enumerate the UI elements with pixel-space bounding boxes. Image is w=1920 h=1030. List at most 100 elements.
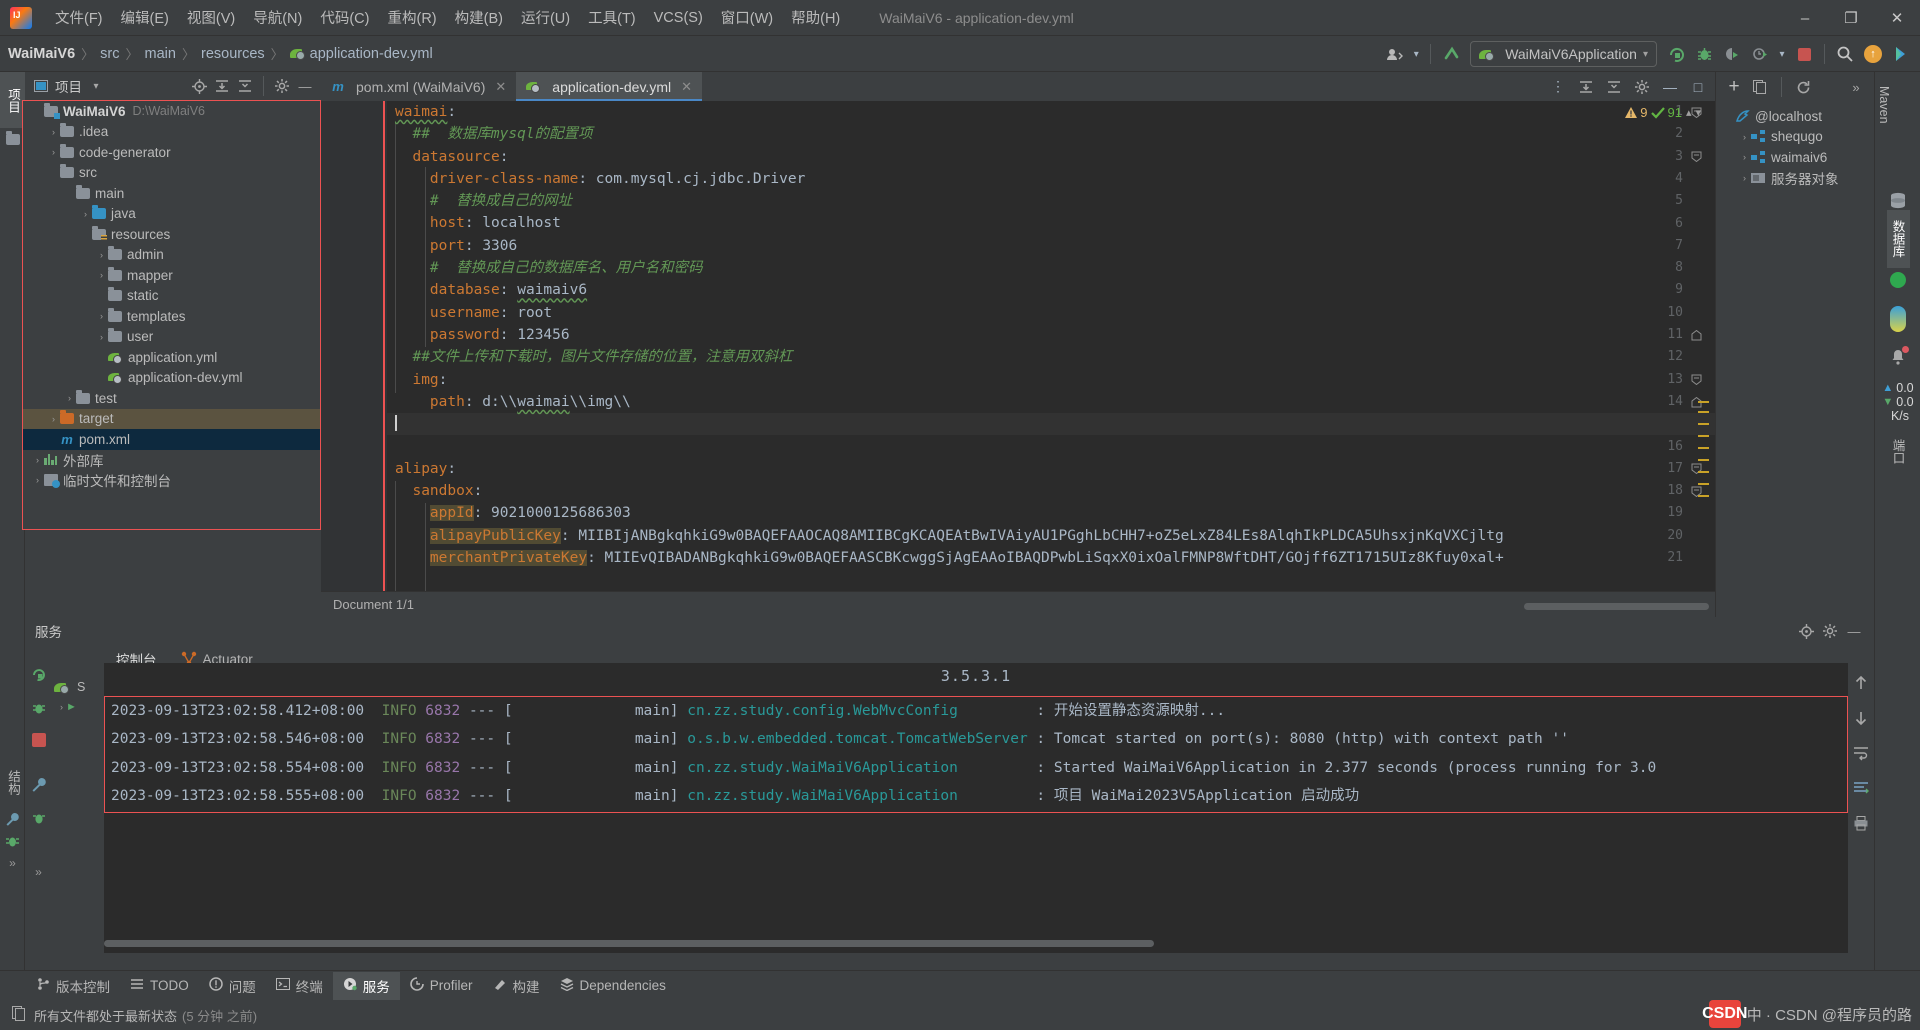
chevron-right-icon[interactable]: › <box>95 352 108 362</box>
tree-node-pomxml[interactable]: ›m pom.xml <box>23 429 320 450</box>
tree-node-admin[interactable]: › admin <box>23 245 320 266</box>
bottom-bar-item-6[interactable]: 构建 <box>483 972 550 1000</box>
tree-node-code-generator[interactable]: › code-generator <box>23 142 320 163</box>
chevron-right-icon[interactable]: › <box>47 127 60 137</box>
code-content[interactable]: waimai: ## 数据库mysql的配置项 datasource: driv… <box>387 101 1715 591</box>
more-icon[interactable]: » <box>1846 77 1866 97</box>
chevron-right-icon[interactable]: › <box>79 209 92 219</box>
code-line-11[interactable]: password: 123456 <box>387 324 1715 346</box>
collapse-all-icon[interactable] <box>235 76 255 96</box>
tree-node-WaiMaiV6[interactable]: ⱟ WaiMaiV6 D:\WaiMaiV6 <box>23 101 320 122</box>
gear-icon[interactable] <box>1820 621 1840 641</box>
code-line-8[interactable]: # 替换成自己的数据库名、用户名和密码 <box>387 257 1715 279</box>
copy-icon[interactable] <box>1750 77 1770 97</box>
tree-node-applicationyml[interactable]: ›application.yml <box>23 347 320 368</box>
notifications-icon[interactable] <box>1889 348 1907 371</box>
error-stripe-markers[interactable] <box>1698 101 1710 591</box>
code-line-13[interactable]: img: <box>387 369 1715 391</box>
ai-assistant-icon[interactable] <box>1888 41 1914 67</box>
inspection-summary[interactable]: 9 91 ▴ ▾ <box>1624 105 1701 120</box>
refresh-icon[interactable] <box>1793 77 1813 97</box>
chevron-right-icon[interactable]: › <box>95 270 108 280</box>
console-output[interactable]: 3.5.3.1 2023-09-13T23:02:58.412+08:00 IN… <box>104 663 1848 953</box>
code-line-9[interactable]: database: waimaiv6 <box>387 279 1715 301</box>
horizontal-scrollbar[interactable] <box>1524 603 1709 610</box>
chevron-right-icon[interactable]: › <box>47 147 60 157</box>
breadcrumb-item-1[interactable]: src <box>100 46 119 62</box>
chevron-right-icon[interactable]: › <box>60 702 63 712</box>
chevron-down-icon[interactable]: ⱟ <box>63 188 76 198</box>
gear-icon[interactable] <box>272 76 292 96</box>
bottom-bar-item-4[interactable]: 服务 <box>333 972 400 1000</box>
menu-run[interactable]: 运行(U) <box>512 3 579 32</box>
share-icon[interactable] <box>1381 41 1407 67</box>
menu-vcs[interactable]: VCS(S) <box>645 6 712 30</box>
run-icon[interactable] <box>1663 41 1689 67</box>
services-tree[interactable]: S › ► <box>52 645 104 975</box>
hide-panel-icon[interactable]: — <box>295 76 315 96</box>
chevron-right-icon[interactable]: › <box>95 250 108 260</box>
code-line-6[interactable]: host: localhost <box>387 212 1715 234</box>
bottom-bar-item-7[interactable]: Dependencies <box>550 973 676 998</box>
code-line-15[interactable] <box>387 413 1715 435</box>
bottom-bar-item-2[interactable]: 问题 <box>199 972 266 1000</box>
rerun-icon[interactable] <box>31 667 47 688</box>
editor-gutter[interactable] <box>321 101 387 591</box>
tree-node-templates[interactable]: › templates <box>23 306 320 327</box>
code-line-5[interactable]: # 替换成自己的网址 <box>387 190 1715 212</box>
tree-node-user[interactable]: › user <box>23 327 320 348</box>
chevron-up-icon[interactable]: ▴ <box>1686 106 1692 119</box>
chevron-right-icon[interactable]: › <box>1738 173 1751 183</box>
menu-help[interactable]: 帮助(H) <box>782 3 849 32</box>
project-tree[interactable]: ⱟ WaiMaiV6 D:\WaiMaiV6 › .idea › code-generato… <box>22 100 321 530</box>
gear-icon[interactable] <box>1629 74 1655 100</box>
code-line-2[interactable]: ## 数据库mysql的配置项 <box>387 123 1715 145</box>
expand-all-icon[interactable] <box>212 76 232 96</box>
code-line-12[interactable]: ##文件上传和下载时，图片文件存储的位置，注意用双斜杠 <box>387 346 1715 368</box>
database-tree[interactable]: ⱟ @localhost › shequgo › waimaiv6 › 服务器对象 <box>1716 102 1874 188</box>
close-icon[interactable]: ✕ <box>681 79 692 95</box>
breadcrumb-item-2[interactable]: main <box>145 46 176 62</box>
code-line-17[interactable]: alipay: <box>387 458 1715 480</box>
add-datasource-icon[interactable]: + <box>1724 77 1744 97</box>
weak-warning-count-badge[interactable]: 91 <box>1651 105 1681 120</box>
run-with-coverage-icon[interactable] <box>1719 41 1745 67</box>
chevron-right-icon[interactable]: › <box>31 455 44 465</box>
code-line-21[interactable]: merchantPrivateKey: MIIEvQIBADANBgkqhkiG… <box>387 547 1715 569</box>
sidebar-item-structure[interactable]: 结构 <box>0 756 27 808</box>
menu-view[interactable]: 视图(V) <box>178 3 244 32</box>
maximize-editor-icon[interactable]: □ <box>1685 74 1711 100</box>
chevron-down-icon[interactable]: ⱟ <box>79 229 92 239</box>
tree-node-idea[interactable]: › .idea <box>23 122 320 143</box>
chevron-right-icon[interactable]: › <box>95 291 108 301</box>
filter-icon[interactable] <box>31 810 47 831</box>
menu-build[interactable]: 构建(B) <box>446 3 512 32</box>
code-line-3[interactable]: datasource: <box>387 146 1715 168</box>
minimize-button[interactable]: – <box>1782 0 1828 36</box>
search-everywhere-icon[interactable] <box>1832 41 1858 67</box>
chevron-right-icon[interactable]: › <box>95 373 108 383</box>
run-configuration-selector[interactable]: WaiMaiV6Application ▾ <box>1470 41 1657 67</box>
debug-icon[interactable] <box>31 700 47 721</box>
tree-node-main[interactable]: ⱟ main <box>23 183 320 204</box>
db-tree-node[interactable]: › waimaiv6 <box>1716 147 1874 168</box>
code-line-7[interactable]: port: 3306 <box>387 235 1715 257</box>
tree-node-mapper[interactable]: › mapper <box>23 265 320 286</box>
chevron-down-icon[interactable]: ▾ <box>1775 41 1789 67</box>
wrench-icon[interactable] <box>0 808 25 830</box>
bottom-bar-item-0[interactable]: 版本控制 <box>26 972 120 1000</box>
stop-icon[interactable] <box>32 733 46 747</box>
scroll-to-end-icon[interactable] <box>1853 780 1869 801</box>
debug-icon[interactable] <box>1691 41 1717 67</box>
tree-node-test[interactable]: › test <box>23 388 320 409</box>
more-tools-icon[interactable]: » <box>0 852 25 874</box>
db-tree-node[interactable]: ⱟ @localhost <box>1716 106 1874 127</box>
more-icon[interactable]: » <box>35 865 42 879</box>
chevron-right-icon[interactable]: › <box>47 414 60 424</box>
editor-tab-0[interactable]: m pom.xml (WaiMaiV6) ✕ <box>321 72 516 101</box>
sidebar-item-maven[interactable]: Maven <box>1875 72 1893 138</box>
code-editor[interactable]: 123456789101112131415161718192021 waimai… <box>321 101 1715 591</box>
update-project-icon[interactable] <box>1438 41 1464 67</box>
breadcrumb-item-3[interactable]: resources <box>201 46 265 62</box>
chevron-right-icon[interactable]: › <box>95 332 108 342</box>
